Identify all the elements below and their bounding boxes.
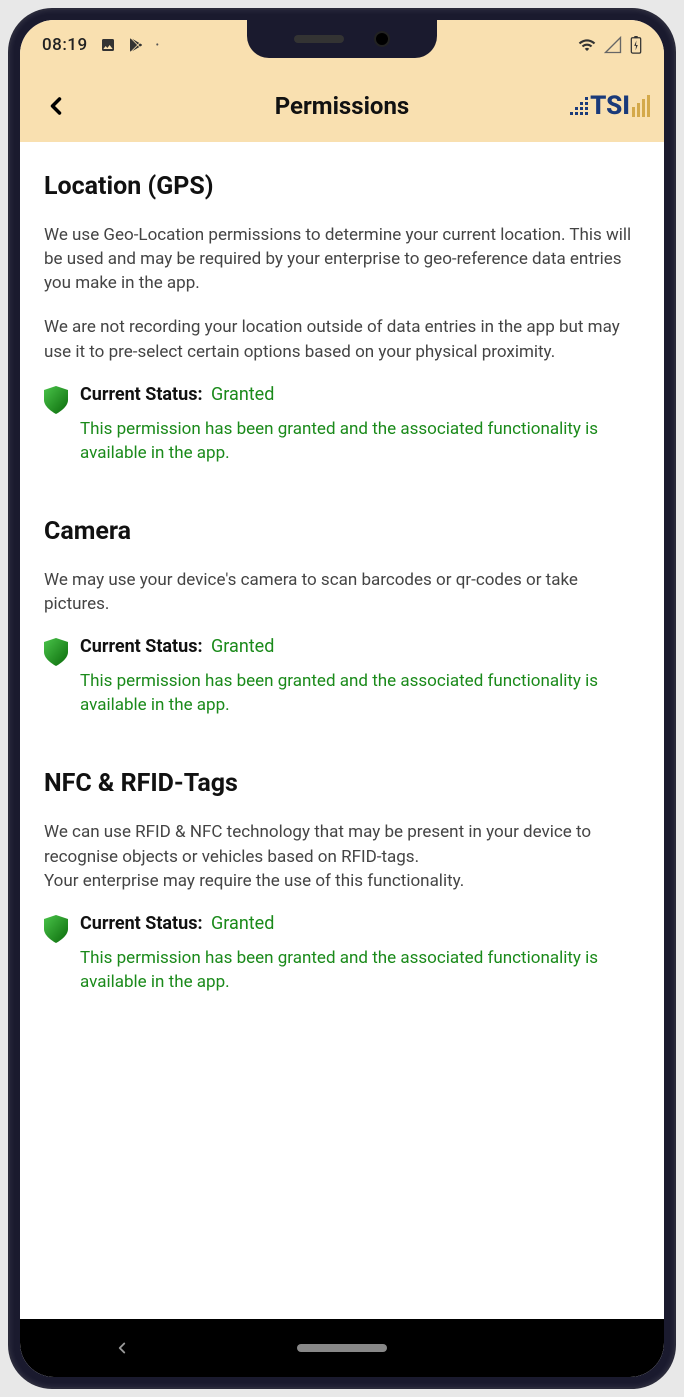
wifi-icon — [578, 36, 596, 54]
speaker-grille — [294, 35, 344, 43]
clock: 08:19 — [42, 35, 88, 55]
permission-section-camera: Camera We may use your device's camera t… — [44, 517, 640, 718]
content-area[interactable]: Location (GPS) We use Geo-Location permi… — [20, 142, 664, 1319]
play-store-icon — [128, 37, 144, 53]
section-description: We can use RFID & NFC technology that ma… — [44, 820, 640, 892]
cellular-icon — [604, 36, 622, 54]
logo-text: TSI — [590, 91, 630, 121]
section-title: Camera — [44, 517, 640, 546]
status-detail: This permission has been granted and the… — [80, 946, 640, 994]
back-button[interactable] — [34, 84, 78, 128]
status-value: Granted — [211, 384, 274, 405]
section-title: Location (GPS) — [44, 172, 640, 201]
shield-icon — [44, 915, 68, 943]
status-label: Current Status: — [80, 636, 203, 657]
section-description: We use Geo-Location permissions to deter… — [44, 223, 640, 295]
permission-section-location: Location (GPS) We use Geo-Location permi… — [44, 172, 640, 465]
permission-section-nfc: NFC & RFID-Tags We can use RFID & NFC te… — [44, 769, 640, 994]
status-row: Current Status: Granted This permission … — [44, 384, 640, 465]
nav-home-pill[interactable] — [297, 1344, 387, 1352]
brand-logo: TSI — [570, 91, 650, 121]
front-camera — [374, 31, 390, 47]
dot-icon: • — [156, 40, 159, 51]
status-line: Current Status: Granted — [80, 636, 640, 657]
status-line: Current Status: Granted — [80, 384, 640, 405]
phone-screen: 08:19 • — [20, 20, 664, 1377]
page-title: Permissions — [20, 92, 664, 120]
status-row: Current Status: Granted This permission … — [44, 913, 640, 994]
app-header: Permissions TSI — [20, 70, 664, 142]
status-label: Current Status: — [80, 384, 203, 405]
shield-icon — [44, 638, 68, 666]
status-detail: This permission has been granted and the… — [80, 669, 640, 717]
status-value: Granted — [211, 636, 274, 657]
status-value: Granted — [211, 913, 274, 934]
section-title: NFC & RFID-Tags — [44, 769, 640, 798]
nav-back-button[interactable] — [110, 1336, 134, 1360]
section-description: We may use your device's camera to scan … — [44, 568, 640, 616]
status-row: Current Status: Granted This permission … — [44, 636, 640, 717]
status-label: Current Status: — [80, 913, 203, 934]
status-line: Current Status: Granted — [80, 913, 640, 934]
phone-frame: 08:19 • — [10, 10, 674, 1387]
gallery-icon — [100, 37, 116, 53]
system-nav-bar — [20, 1319, 664, 1377]
status-detail: This permission has been granted and the… — [80, 417, 640, 465]
shield-icon — [44, 386, 68, 414]
battery-charging-icon — [630, 36, 642, 54]
section-description-2: We are not recording your location outsi… — [44, 315, 640, 363]
notch — [247, 20, 437, 58]
